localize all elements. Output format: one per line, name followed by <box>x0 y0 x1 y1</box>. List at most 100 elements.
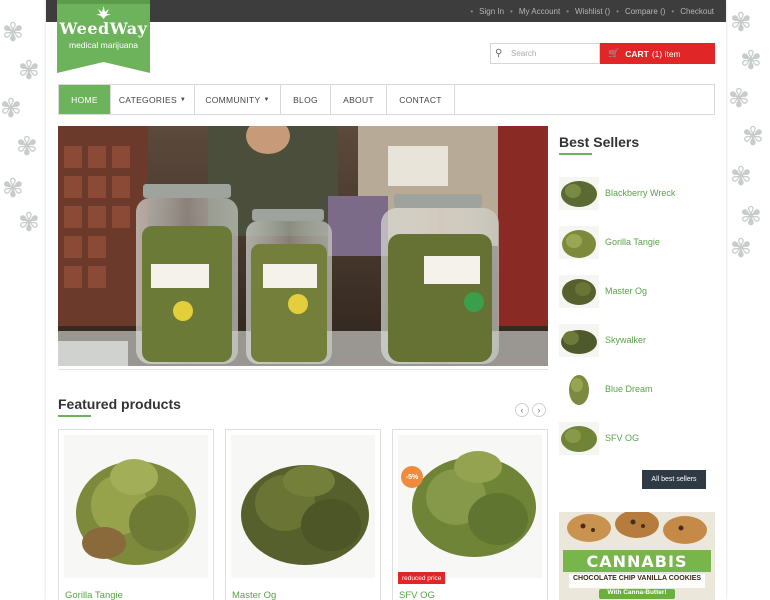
best-sellers-underline <box>559 153 592 155</box>
nav-label: BLOG <box>293 94 318 105</box>
ad-headline: CANNABIS <box>586 552 688 571</box>
search-input[interactable] <box>511 49 597 58</box>
best-seller-name[interactable]: Blue Dream <box>605 384 653 394</box>
nav-categories[interactable]: CATEGORIES ▼ <box>111 85 195 114</box>
nav-label: HOME <box>71 94 98 105</box>
best-seller-item[interactable]: Skywalker <box>559 322 715 358</box>
bud-thumb <box>559 176 599 210</box>
product-image[interactable] <box>398 435 542 578</box>
best-seller-thumb[interactable] <box>559 421 599 455</box>
best-sellers-title: Best Sellers <box>559 134 640 150</box>
product-name[interactable]: Master Og <box>232 590 276 600</box>
nav-label: CATEGORIES <box>118 94 177 105</box>
ad-tagline: With Canna-Butter! <box>607 589 667 596</box>
nav-home[interactable]: HOME <box>59 85 111 114</box>
nav-label: COMMUNITY <box>205 94 261 105</box>
leaf-icon: ✾ <box>2 174 24 204</box>
search-icon[interactable]: ⚲ <box>495 48 509 59</box>
bud-photo <box>64 435 208 578</box>
my-account-link[interactable]: My Account <box>519 7 560 16</box>
ad-subheadline: CHOCOLATE CHIP VANILLA COOKIES <box>572 575 702 582</box>
nav-community[interactable]: COMMUNITY ▼ <box>195 85 281 114</box>
best-seller-item[interactable]: Blackberry Wreck <box>559 175 715 211</box>
checkout-link[interactable]: Checkout <box>680 7 714 16</box>
page-container: • Sign In • My Account • Wishlist () • C… <box>46 0 726 600</box>
caret-down-icon: ▼ <box>179 96 187 103</box>
best-seller-thumb[interactable] <box>559 176 599 210</box>
featured-title: Featured products <box>58 396 181 412</box>
compare-link[interactable]: Compare () <box>625 7 665 16</box>
leaf-icon: ✾ <box>730 8 752 38</box>
best-seller-item[interactable]: SFV OG <box>559 420 715 456</box>
best-seller-item[interactable]: Master Og <box>559 273 715 309</box>
cart-label: CART <box>625 48 649 59</box>
best-seller-item[interactable]: Gorilla Tangie <box>559 224 715 260</box>
product-card[interactable]: -5% reduced price SFV OG <box>392 429 548 600</box>
search-box: ⚲ <box>490 43 600 64</box>
best-seller-name[interactable]: Skywalker <box>605 335 646 345</box>
best-seller-name[interactable]: Blackberry Wreck <box>605 188 675 198</box>
best-seller-thumb[interactable] <box>559 323 599 357</box>
hero-photo <box>58 126 548 366</box>
product-card[interactable]: Master Og <box>225 429 381 600</box>
cart-count: (1) item <box>651 48 681 59</box>
leaf-icon: ✾ <box>18 56 40 86</box>
main-nav: HOME CATEGORIES ▼ COMMUNITY ▼ BLOG ABOUT… <box>58 84 715 115</box>
best-seller-item[interactable]: Blue Dream <box>559 371 715 407</box>
nav-about[interactable]: ABOUT <box>331 85 387 114</box>
account-links: • Sign In • My Account • Wishlist () • C… <box>464 0 714 22</box>
product-card[interactable]: Gorilla Tangie <box>58 429 214 600</box>
nav-blog[interactable]: BLOG <box>281 85 331 114</box>
carousel-prev-button[interactable]: ‹ <box>515 403 529 417</box>
product-image[interactable] <box>64 435 208 578</box>
wishlist-link[interactable]: Wishlist () <box>575 7 610 16</box>
bullet-icon: • <box>510 6 513 16</box>
chevron-right-icon: › <box>537 405 541 415</box>
leaf-icon: ✾ <box>728 84 750 114</box>
bud-photo <box>231 435 375 578</box>
product-image[interactable] <box>231 435 375 578</box>
logo-tagline: medical marijuana <box>69 40 138 50</box>
bullet-icon: • <box>566 6 570 16</box>
leaf-pattern-left: ✾ ✾ ✾ ✾ ✾ ✾ <box>0 0 46 600</box>
bullet-icon: • <box>616 6 619 16</box>
leaf-pattern-right: ✾ ✾ ✾ ✾ ✾ ✾ ✾ <box>726 0 770 600</box>
logo-name: WeedWay <box>59 19 148 38</box>
featured-title-underline <box>58 415 91 417</box>
bud-thumb <box>559 372 599 406</box>
cart-button[interactable]: 🛒 CART (1) item <box>600 43 715 64</box>
hero-banner-image[interactable] <box>58 126 548 366</box>
bud-thumb <box>559 225 599 259</box>
best-seller-thumb[interactable] <box>559 274 599 308</box>
product-name[interactable]: Gorilla Tangie <box>65 590 123 600</box>
leaf-icon: ✾ <box>742 122 764 152</box>
all-best-sellers-button[interactable]: All best sellers <box>642 470 706 489</box>
cookie-ad-banner[interactable]: CANNABIS CHOCOLATE CHIP VANILLA COOKIES … <box>559 512 715 600</box>
sign-in-link[interactable]: Sign In <box>479 7 504 16</box>
leaf-icon: ✾ <box>730 162 752 192</box>
leaf-icon: ✾ <box>16 132 38 162</box>
leaf-icon: ✾ <box>740 202 762 232</box>
site-logo[interactable]: WeedWay medical marijuana <box>57 0 150 73</box>
best-seller-name[interactable]: SFV OG <box>605 433 639 443</box>
best-seller-thumb[interactable] <box>559 372 599 406</box>
nav-contact[interactable]: CONTACT <box>387 85 455 114</box>
reduced-price-badge: reduced price <box>398 572 446 584</box>
leaf-icon: ✾ <box>2 18 24 48</box>
bullet-icon: • <box>671 6 675 16</box>
bud-thumb <box>559 323 599 357</box>
carousel-next-button[interactable]: › <box>532 403 546 417</box>
leaf-icon: ✾ <box>740 46 762 76</box>
discount-badge: -5% <box>401 466 423 488</box>
best-seller-thumb[interactable] <box>559 225 599 259</box>
best-seller-name[interactable]: Master Og <box>605 286 647 296</box>
bud-photo <box>398 435 542 578</box>
bullet-icon: • <box>470 6 474 16</box>
caret-down-icon: ▼ <box>263 96 270 103</box>
best-seller-name[interactable]: Gorilla Tangie <box>605 237 660 247</box>
bud-thumb <box>559 274 599 308</box>
leaf-icon: ✾ <box>730 234 752 264</box>
nav-label: CONTACT <box>399 94 442 105</box>
product-name[interactable]: SFV OG <box>399 590 435 600</box>
leaf-icon: ✾ <box>0 94 22 124</box>
